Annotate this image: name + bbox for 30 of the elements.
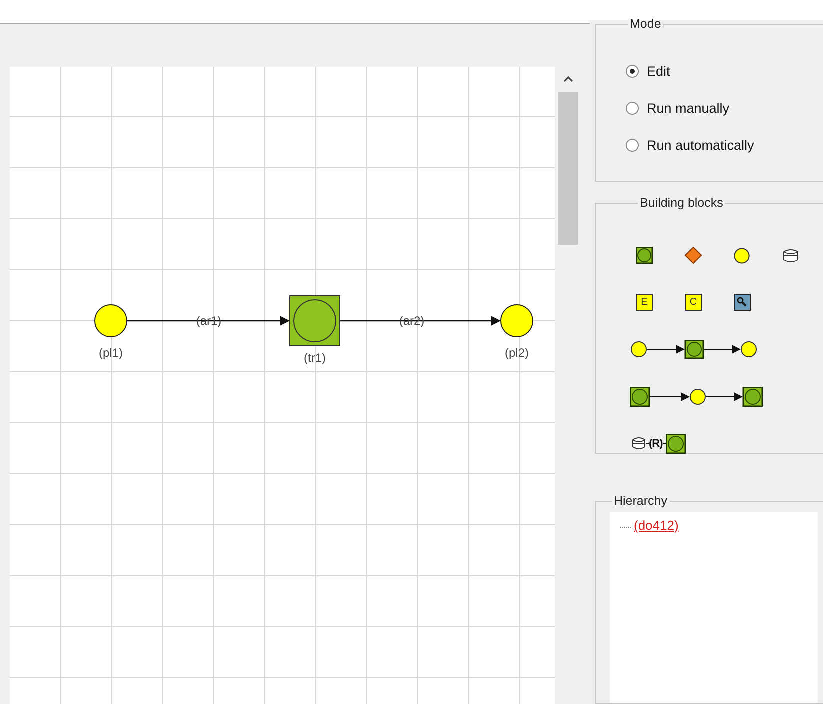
node-label: (pl2) [505,346,529,360]
letter-block[interactable]: C [685,294,702,311]
place-transition-place-icon[interactable] [630,340,758,359]
group-title: Hierarchy [613,494,668,508]
radio-option[interactable]: Run manually [626,90,730,127]
radio-option[interactable]: Edit [626,53,670,90]
tree-item-link[interactable]: (do412) [634,518,679,533]
search-icon[interactable] [734,294,751,311]
node-label: (tr1) [304,351,326,365]
radio-option[interactable]: Run automatically [626,127,754,164]
place-node[interactable] [94,304,128,338]
scroll-up-icon[interactable] [564,76,572,82]
transition-place-transition-icon[interactable] [630,386,763,406]
letter-block[interactable]: E [636,294,653,311]
place-icon[interactable] [734,248,751,264]
node-label: (pl1) [99,346,123,360]
transition-node[interactable] [290,296,340,346]
transition-icon[interactable] [636,247,653,264]
group-title: Building blocks [639,196,724,210]
group-title: Mode [629,17,662,31]
transition-icon[interactable] [666,434,686,454]
scroll-thumb[interactable] [558,92,578,245]
diamond-icon[interactable] [685,247,702,264]
database-icon[interactable] [632,437,646,450]
radio-button[interactable] [626,65,639,78]
place-node[interactable] [500,304,534,338]
radio-button[interactable] [626,102,639,115]
radio-button[interactable] [626,139,639,152]
resource-label[interactable]: (R) [649,438,663,450]
database-icon[interactable] [783,248,800,262]
